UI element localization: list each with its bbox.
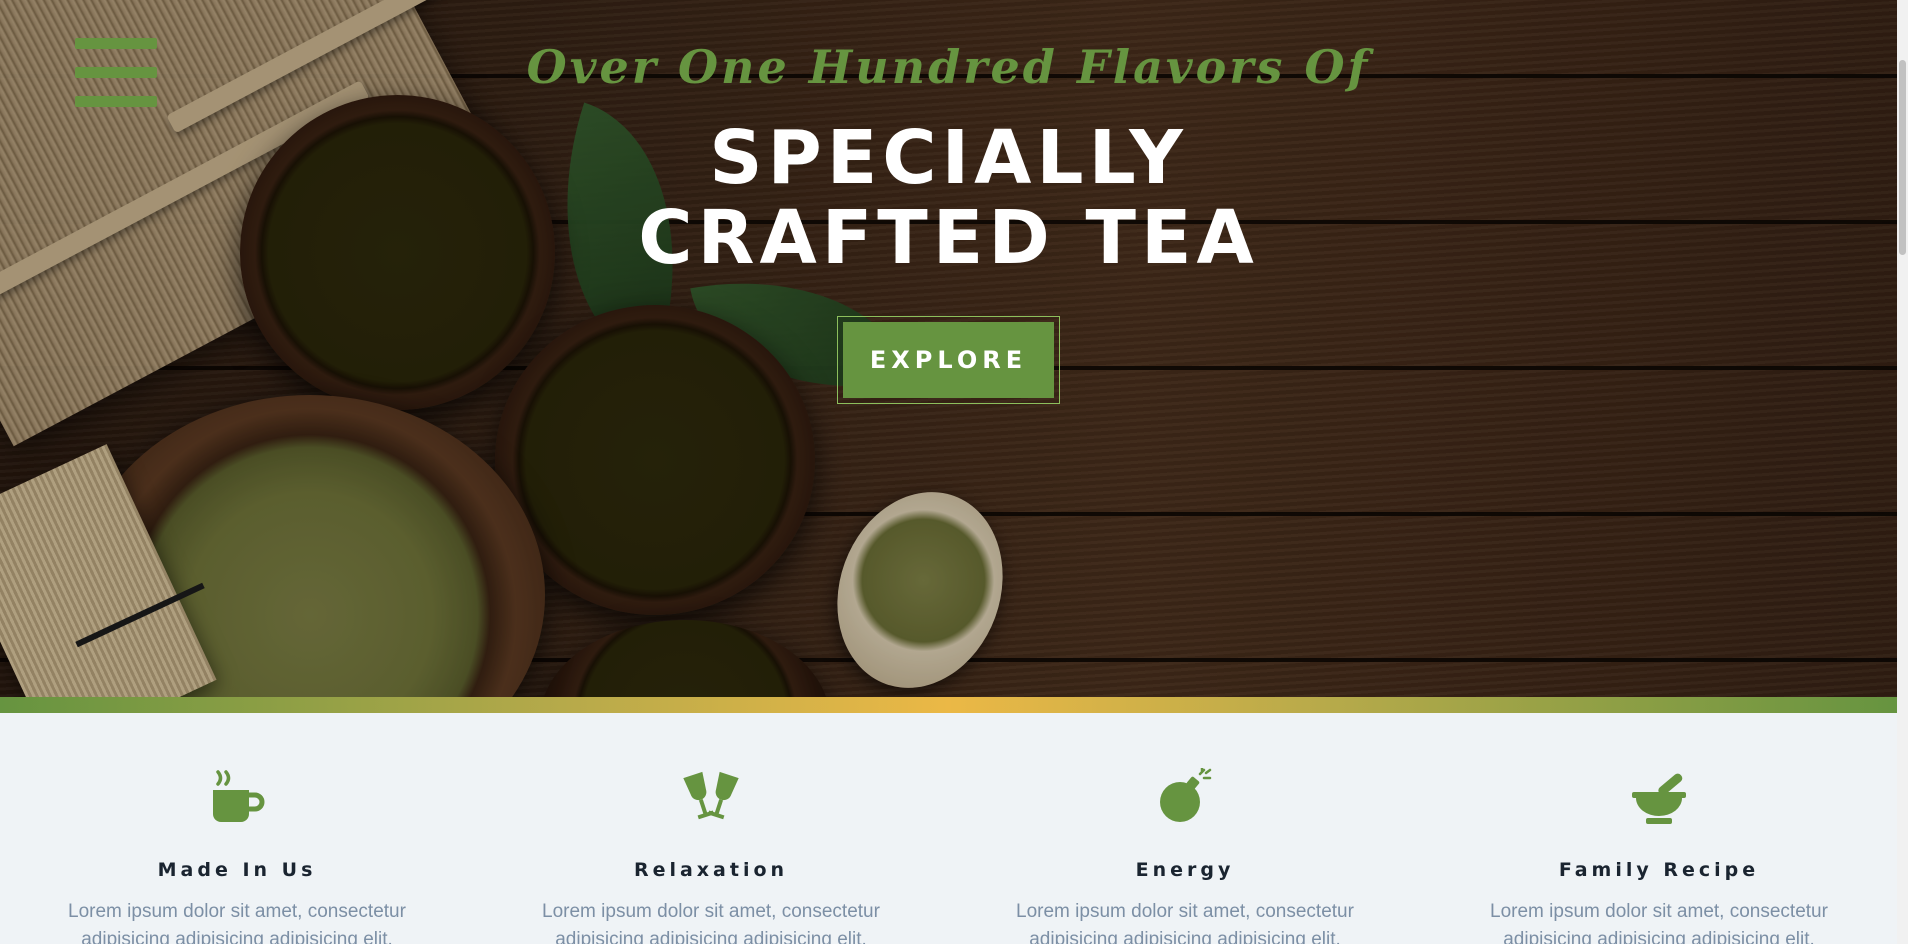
feature-text: Lorem ipsum dolor sit amet, consectetur … <box>1490 901 1828 944</box>
bomb-icon <box>948 768 1422 826</box>
hero-headline-line1: SPECIALLY <box>709 115 1188 201</box>
gradient-divider <box>0 697 1897 713</box>
features-section: Made In Us Lorem ipsum dolor sit amet, c… <box>0 713 1897 944</box>
explore-button-frame: EXPLORE <box>837 316 1060 404</box>
cheers-glasses-icon <box>474 768 948 826</box>
mortar-pestle-icon <box>1422 768 1896 826</box>
hero-headline-line2: CRAFTED TEA <box>638 195 1259 281</box>
hero-kicker: Over One Hundred Flavors Of <box>526 40 1371 94</box>
feature-title: Relaxation <box>633 859 789 881</box>
feature-title: Energy <box>1135 859 1235 881</box>
scrollbar-thumb[interactable] <box>1899 60 1906 255</box>
feature-title: Family Recipe <box>1558 859 1760 881</box>
hero-section: Over One Hundred Flavors Of SPECIALLY CR… <box>0 0 1897 697</box>
page-scrollbar[interactable] <box>1897 0 1908 944</box>
feature-text: Lorem ipsum dolor sit amet, consectetur … <box>542 901 880 944</box>
feature-title: Made In Us <box>157 859 317 881</box>
feature-text: Lorem ipsum dolor sit amet, consectetur … <box>68 901 406 944</box>
hero-headline: SPECIALLY CRAFTED TEA <box>0 118 1897 278</box>
feature-text: Lorem ipsum dolor sit amet, consectetur … <box>1016 901 1354 944</box>
coffee-mug-icon <box>0 768 474 826</box>
explore-button[interactable]: EXPLORE <box>843 322 1054 398</box>
